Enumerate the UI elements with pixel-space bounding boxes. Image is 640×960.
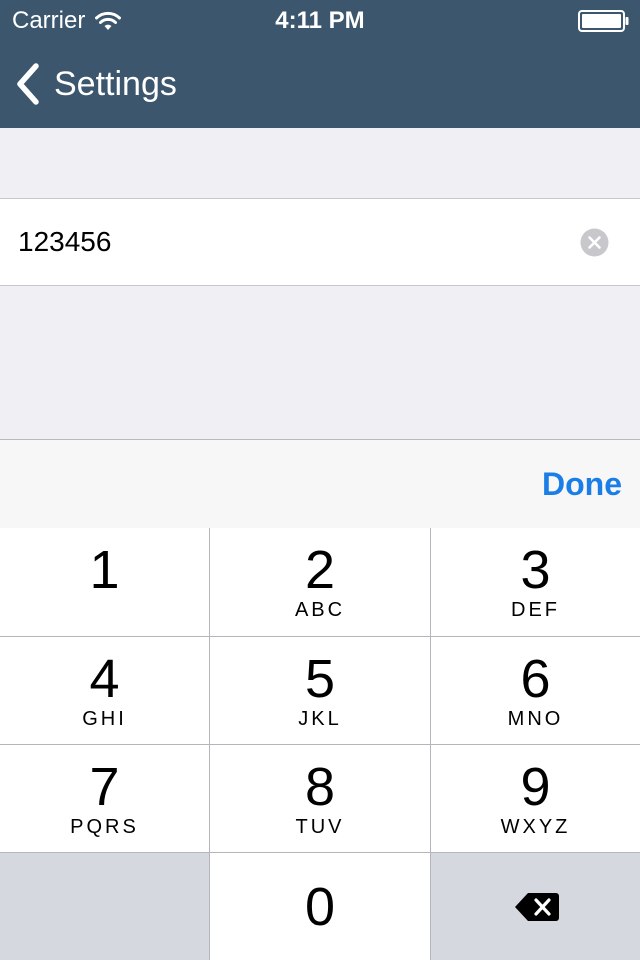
key-letters: PQRS bbox=[70, 816, 139, 838]
keypad-divider bbox=[430, 528, 431, 960]
number-keypad: 1 2 ABC 3 DEF 4 GHI 5 JKL 6 MNO 7 PQRS 8… bbox=[0, 528, 640, 960]
key-digit: 1 bbox=[89, 540, 120, 600]
app-screen: Carrier 4:11 PM Settings 123456 Done 1 2… bbox=[0, 0, 640, 960]
keyboard-toolbar: Done bbox=[0, 439, 640, 528]
back-button[interactable]: Settings bbox=[14, 58, 177, 110]
battery-icon bbox=[578, 10, 629, 32]
key-letters: MNO bbox=[507, 708, 564, 730]
key-6[interactable]: 6 MNO bbox=[431, 637, 640, 744]
key-9[interactable]: 9 WXYZ bbox=[431, 745, 640, 852]
key-letters: ABC bbox=[294, 599, 346, 621]
key-digit: 6 bbox=[520, 649, 551, 709]
backspace-icon bbox=[515, 893, 559, 921]
keypad-divider bbox=[0, 636, 640, 637]
key-digit: 5 bbox=[304, 649, 336, 709]
key-letters: GHI bbox=[82, 708, 127, 730]
blank-key bbox=[0, 853, 209, 960]
delete-key[interactable] bbox=[431, 853, 640, 960]
key-5[interactable]: 5 JKL bbox=[210, 637, 430, 744]
key-letters: JKL bbox=[298, 708, 342, 730]
key-digit: 7 bbox=[89, 757, 120, 817]
key-digit: 9 bbox=[520, 757, 551, 817]
key-0[interactable]: 0 bbox=[210, 853, 430, 960]
key-letters: TUV bbox=[295, 816, 345, 838]
chevron-left-icon bbox=[17, 63, 39, 105]
keypad-divider bbox=[0, 744, 640, 745]
key-letters: WXYZ bbox=[500, 816, 571, 838]
key-digit: 8 bbox=[304, 757, 336, 817]
keypad-divider bbox=[209, 528, 210, 960]
key-digit: 0 bbox=[304, 877, 336, 937]
clear-text-button[interactable] bbox=[580, 228, 609, 257]
status-time: 4:11 PM bbox=[275, 7, 365, 34]
status-bar: Carrier 4:11 PM bbox=[0, 0, 640, 40]
back-button-label: Settings bbox=[54, 65, 177, 103]
key-3[interactable]: 3 DEF bbox=[431, 528, 640, 636]
key-2[interactable]: 2 ABC bbox=[210, 528, 430, 636]
navigation-bar: Carrier 4:11 PM Settings bbox=[0, 0, 640, 128]
key-digit: 2 bbox=[304, 540, 336, 600]
key-digit: 3 bbox=[520, 540, 551, 600]
key-4[interactable]: 4 GHI bbox=[0, 637, 209, 744]
pin-field-row bbox=[0, 198, 640, 286]
key-1[interactable]: 1 bbox=[0, 528, 209, 636]
keypad-divider bbox=[0, 852, 640, 853]
clear-circle-icon bbox=[580, 228, 609, 257]
key-letters: DEF bbox=[511, 599, 560, 621]
key-8[interactable]: 8 TUV bbox=[210, 745, 430, 852]
pin-input[interactable] bbox=[18, 199, 558, 285]
done-button[interactable]: Done bbox=[542, 464, 622, 504]
key-7[interactable]: 7 PQRS bbox=[0, 745, 209, 852]
key-digit: 4 bbox=[89, 649, 120, 709]
